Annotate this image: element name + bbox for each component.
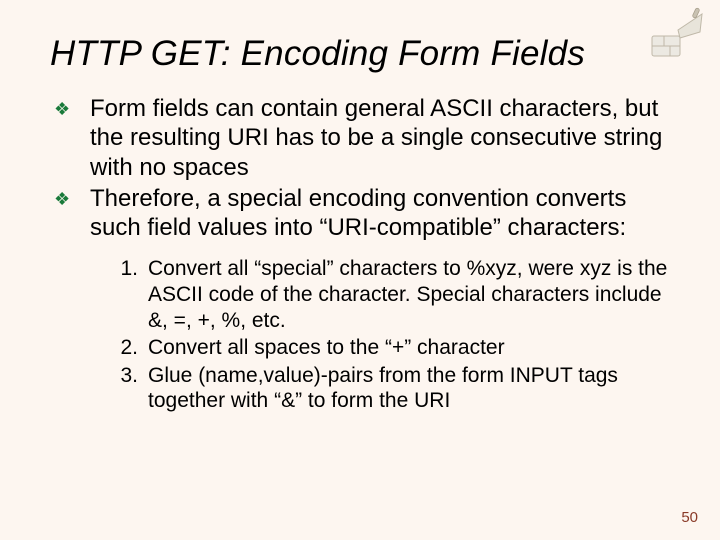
numbered-item: 3. Glue (name,value)-pairs from the form…	[108, 363, 670, 414]
numbered-text: Convert all “special” characters to %xyz…	[148, 256, 670, 333]
decorative-trowel-icon	[650, 6, 710, 62]
bullet-text: Form fields can contain general ASCII ch…	[90, 94, 670, 182]
bullet-item: ❖ Form fields can contain general ASCII …	[54, 94, 670, 182]
slide-title: HTTP GET: Encoding Form Fields	[50, 34, 670, 74]
numbered-item: 2. Convert all spaces to the “+” charact…	[108, 335, 670, 361]
main-bullet-list: ❖ Form fields can contain general ASCII …	[54, 94, 670, 242]
numbered-item: 1. Convert all “special” characters to %…	[108, 256, 670, 333]
diamond-bullet-icon: ❖	[54, 189, 68, 211]
numbered-sub-list: 1. Convert all “special” characters to %…	[108, 256, 670, 414]
bullet-item: ❖ Therefore, a special encoding conventi…	[54, 184, 670, 243]
list-number: 1.	[108, 256, 138, 282]
list-number: 3.	[108, 363, 138, 389]
slide: HTTP GET: Encoding Form Fields ❖ Form fi…	[0, 0, 720, 540]
bullet-text: Therefore, a special encoding convention…	[90, 184, 670, 243]
numbered-text: Convert all spaces to the “+” character	[148, 335, 505, 361]
page-number: 50	[681, 509, 698, 526]
numbered-text: Glue (name,value)-pairs from the form IN…	[148, 363, 670, 414]
list-number: 2.	[108, 335, 138, 361]
diamond-bullet-icon: ❖	[54, 99, 68, 121]
